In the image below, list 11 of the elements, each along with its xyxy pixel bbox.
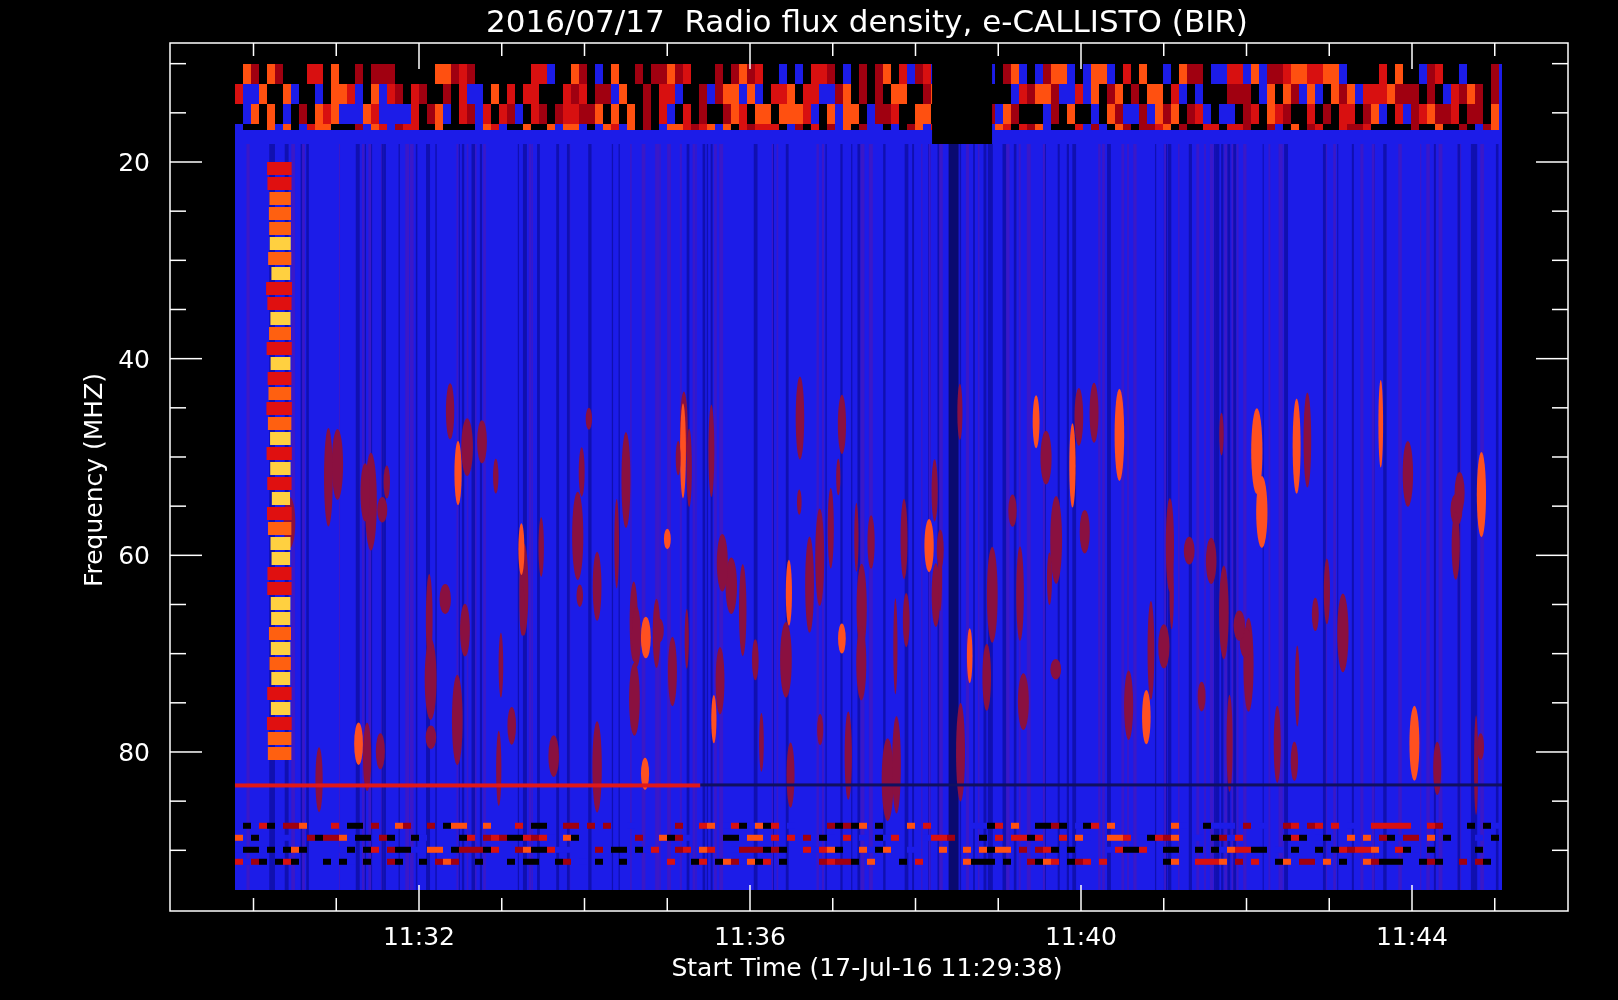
chart-title: 2016/07/17 Radio flux density, e-CALLISTO (BIR) (486, 3, 1248, 39)
tick-label: 60 (118, 541, 150, 571)
tick-label: 20 (118, 148, 150, 177)
tick-label: 40 (118, 344, 150, 374)
tick-label: 11:44 (1376, 922, 1448, 951)
axis-label: Frequency (MHZ) (79, 372, 108, 588)
tick-label: 11:36 (714, 922, 786, 951)
tick-label: 11:40 (1045, 922, 1117, 951)
tick-label: 11:32 (383, 922, 455, 951)
tick-label: 80 (118, 738, 150, 767)
axis-label: Start Time (17-Jul-16 11:29:38) (671, 953, 1063, 982)
